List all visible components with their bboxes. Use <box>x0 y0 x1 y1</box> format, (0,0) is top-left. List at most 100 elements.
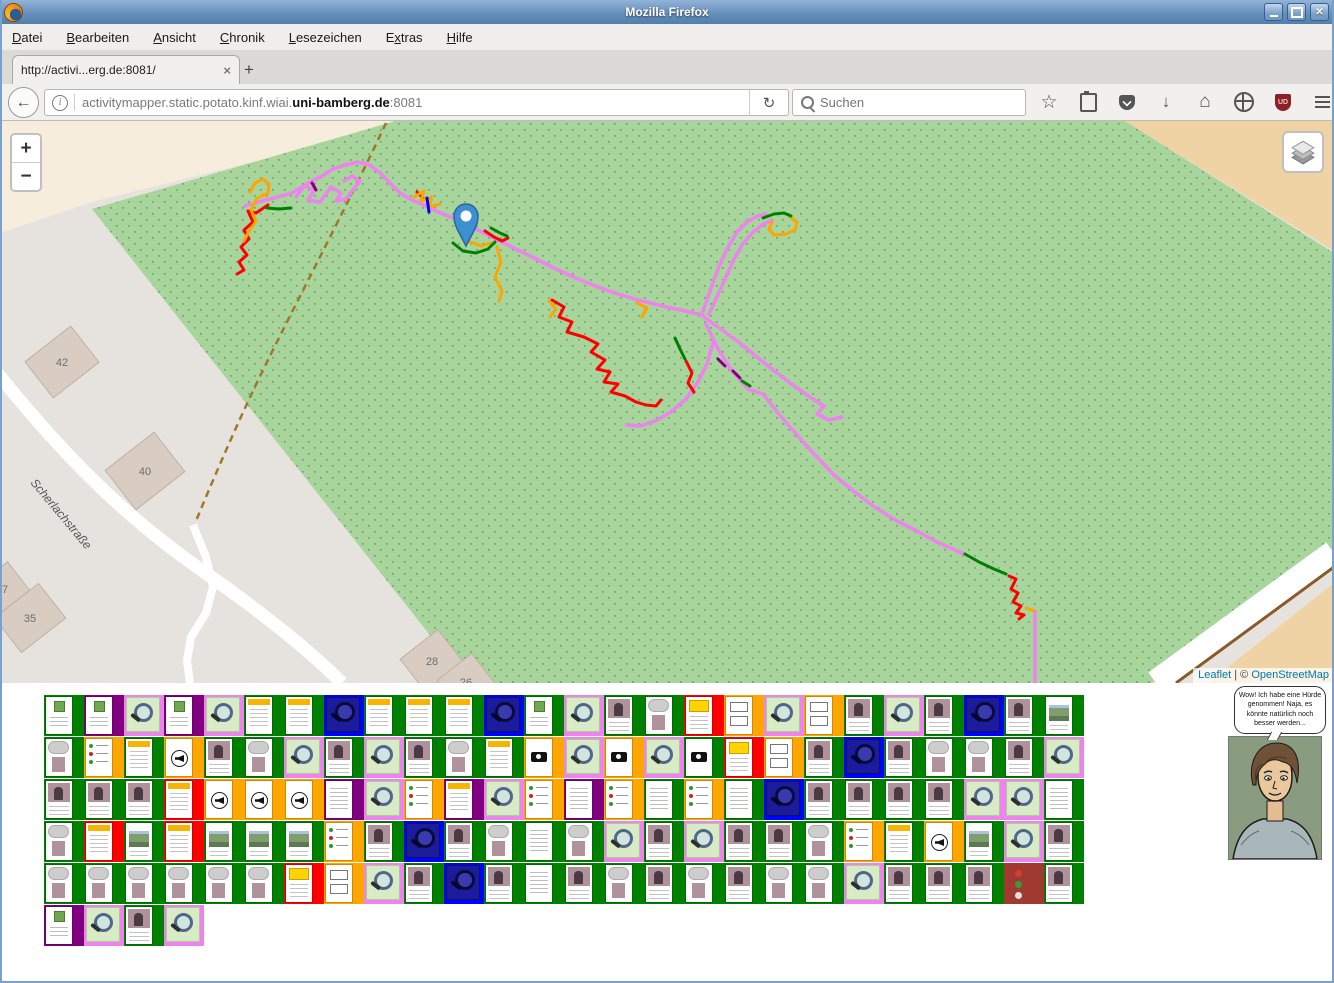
activity-tile[interactable] <box>404 695 444 736</box>
activity-tile[interactable] <box>644 821 684 862</box>
activity-tile[interactable] <box>404 863 444 904</box>
activity-tile[interactable] <box>764 863 804 904</box>
menu-extras[interactable]: Extras <box>386 30 423 45</box>
reload-icon[interactable]: ↻ <box>749 90 788 115</box>
activity-tile[interactable] <box>604 737 644 778</box>
activity-tile[interactable] <box>604 863 644 904</box>
activity-tile[interactable] <box>404 737 444 778</box>
menu-button[interactable] <box>1311 91 1333 113</box>
activity-tile[interactable] <box>164 821 204 862</box>
activity-tile[interactable] <box>684 863 724 904</box>
activity-tile[interactable] <box>924 821 964 862</box>
tab-close-icon[interactable]: × <box>223 63 231 78</box>
activity-tile[interactable] <box>964 737 1004 778</box>
activity-tile[interactable] <box>844 737 884 778</box>
url-bar[interactable]: i activitymapper.static.potato.kinf.wiai… <box>44 89 789 116</box>
activity-tile[interactable] <box>924 737 964 778</box>
activity-tile[interactable] <box>764 737 804 778</box>
osm-link[interactable]: OpenStreetMap <box>1251 669 1329 681</box>
activity-tile[interactable] <box>244 863 284 904</box>
activity-tile[interactable] <box>564 695 604 736</box>
activity-tile[interactable] <box>684 737 724 778</box>
menu-bearbeiten[interactable]: Bearbeiten <box>66 30 129 45</box>
search-bar[interactable] <box>792 89 1026 116</box>
activity-tile[interactable] <box>364 737 404 778</box>
activity-tile[interactable] <box>124 695 164 736</box>
activity-tile[interactable] <box>284 737 324 778</box>
menu-hilfe[interactable]: Hilfe <box>447 30 473 45</box>
activity-tile[interactable] <box>564 779 604 820</box>
activity-tile[interactable] <box>44 737 84 778</box>
activity-tile[interactable] <box>964 695 1004 736</box>
activity-tile[interactable] <box>124 737 164 778</box>
globe-edit-icon[interactable] <box>1233 91 1255 113</box>
activity-tile[interactable] <box>604 779 644 820</box>
activity-tile[interactable] <box>404 779 444 820</box>
activity-tile[interactable] <box>564 737 604 778</box>
activity-tile[interactable] <box>1004 737 1044 778</box>
menu-datei[interactable]: Datei <box>12 30 42 45</box>
minimize-button[interactable] <box>1264 3 1283 21</box>
activity-tile[interactable] <box>804 863 844 904</box>
activity-tile[interactable] <box>44 779 84 820</box>
activity-tile[interactable] <box>364 695 404 736</box>
activity-tile[interactable] <box>564 863 604 904</box>
reading-list-icon[interactable] <box>1077 91 1099 113</box>
activity-tile[interactable] <box>364 863 404 904</box>
browser-tab[interactable]: http://activi...erg.de:8081/ × <box>12 55 240 84</box>
activity-tile[interactable] <box>1044 695 1084 736</box>
leaflet-link[interactable]: Leaflet <box>1198 669 1231 681</box>
activity-tile[interactable] <box>1004 821 1044 862</box>
activity-tile[interactable] <box>484 821 524 862</box>
activity-tile[interactable] <box>484 737 524 778</box>
activity-tile[interactable] <box>804 779 844 820</box>
activity-tile[interactable] <box>764 695 804 736</box>
activity-tile[interactable] <box>684 821 724 862</box>
activity-tile[interactable] <box>844 863 884 904</box>
activity-tile[interactable] <box>1004 695 1044 736</box>
activity-tile[interactable] <box>1044 779 1084 820</box>
activity-tile[interactable] <box>844 695 884 736</box>
activity-tile[interactable] <box>164 695 204 736</box>
activity-tile[interactable] <box>804 737 844 778</box>
activity-tile[interactable] <box>324 737 364 778</box>
activity-tile[interactable] <box>84 863 124 904</box>
activity-tile[interactable] <box>84 821 124 862</box>
activity-tile[interactable] <box>44 905 84 946</box>
activity-tile[interactable] <box>324 695 364 736</box>
activity-tile[interactable] <box>444 821 484 862</box>
activity-tile[interactable] <box>1044 863 1084 904</box>
activity-tile[interactable] <box>84 737 124 778</box>
activity-tile[interactable] <box>444 737 484 778</box>
activity-tile[interactable] <box>884 779 924 820</box>
zoom-in-button[interactable]: + <box>12 135 40 163</box>
activity-tile[interactable] <box>724 821 764 862</box>
activity-tile[interactable] <box>204 779 244 820</box>
activity-tile[interactable] <box>84 905 124 946</box>
menu-chronik[interactable]: Chronik <box>220 30 265 45</box>
activity-tile[interactable] <box>444 695 484 736</box>
activity-tile[interactable] <box>844 779 884 820</box>
activity-tile[interactable] <box>644 779 684 820</box>
activity-tile[interactable] <box>84 695 124 736</box>
activity-tile[interactable] <box>444 863 484 904</box>
title-bar[interactable]: Mozilla Firefox ✕ <box>0 0 1334 24</box>
gps-track[interactable] <box>267 208 291 209</box>
activity-tile[interactable] <box>364 779 404 820</box>
activity-tile[interactable] <box>884 821 924 862</box>
activity-tile[interactable] <box>764 779 804 820</box>
activity-tile[interactable] <box>524 779 564 820</box>
activity-tile[interactable] <box>924 863 964 904</box>
activity-tile[interactable] <box>644 695 684 736</box>
activity-tile[interactable] <box>684 779 724 820</box>
activity-tile[interactable] <box>244 695 284 736</box>
pocket-icon[interactable] <box>1116 91 1138 113</box>
activity-tile[interactable] <box>364 821 404 862</box>
downloads-icon[interactable]: ↓ <box>1155 91 1177 113</box>
site-info-icon[interactable]: i <box>52 95 68 111</box>
activity-tile[interactable] <box>484 695 524 736</box>
activity-tile[interactable] <box>164 905 204 946</box>
close-button[interactable]: ✕ <box>1310 3 1329 21</box>
activity-tile[interactable] <box>564 821 604 862</box>
bookmark-star-icon[interactable]: ☆ <box>1038 91 1060 113</box>
